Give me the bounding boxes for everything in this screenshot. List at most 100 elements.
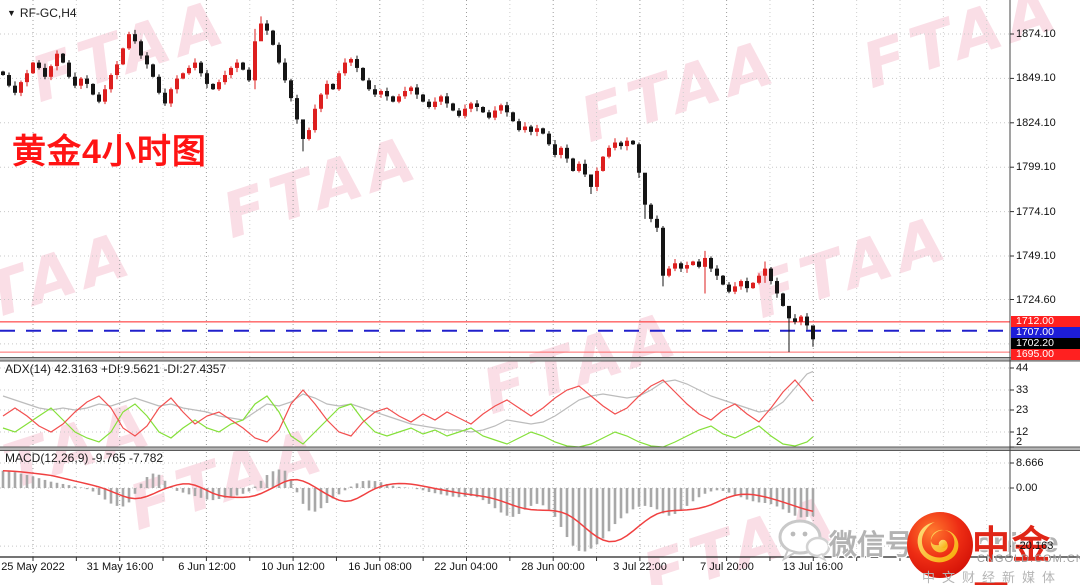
candle-body — [757, 275, 761, 283]
price-tick-label: 1799.10 — [1016, 161, 1056, 174]
candle-body — [625, 140, 629, 147]
candle-body — [319, 94, 323, 109]
candle-body — [151, 64, 155, 77]
candle-body — [43, 67, 47, 77]
candle-body — [643, 172, 647, 205]
price-tick-label: 1849.10 — [1016, 72, 1056, 85]
candle-body — [607, 147, 611, 157]
candle-body — [349, 59, 353, 63]
candle-body — [61, 53, 65, 63]
candle-body — [325, 83, 329, 95]
candle-body — [25, 73, 29, 83]
macd-tick-label: 8.666 — [1016, 456, 1044, 469]
macd-tick-label: -20.163 — [1016, 540, 1054, 553]
symbol-label[interactable]: ▼ RF-GC,H4 — [7, 6, 77, 20]
candle-body — [31, 62, 35, 74]
date-tick-label: 6 Jun 12:00 — [178, 561, 236, 573]
candle-body — [289, 80, 293, 99]
candle-body — [487, 112, 491, 118]
candle-body — [115, 64, 119, 76]
date-tick-label: 13 Jul 16:00 — [783, 561, 843, 573]
candle-body — [109, 75, 113, 90]
candle-body — [679, 263, 683, 269]
candle-body — [589, 174, 593, 187]
candle-body — [445, 96, 449, 104]
candle-body — [727, 284, 731, 292]
candle-body — [163, 92, 167, 104]
candle-body — [199, 62, 203, 74]
candle-body — [649, 204, 653, 219]
candle-body — [499, 105, 503, 111]
candle-body — [799, 316, 803, 322]
price-tick-label: 1724.60 — [1016, 293, 1056, 306]
date-tick-label: 10 Jun 12:00 — [261, 561, 325, 573]
candle-body — [553, 144, 557, 155]
candle-body — [493, 110, 497, 118]
price-tick-label: 1749.10 — [1016, 250, 1056, 262]
candle-body — [1, 71, 5, 76]
candle-body — [277, 44, 281, 63]
collapse-triangle-icon[interactable]: ▼ — [7, 8, 16, 18]
candle-body — [655, 218, 659, 228]
candle-body — [331, 83, 335, 90]
candle-body — [301, 119, 305, 139]
candle-body — [703, 257, 707, 267]
candle-body — [391, 96, 395, 102]
candle-body — [103, 89, 107, 102]
candle-body — [565, 147, 569, 159]
candle-body — [697, 261, 701, 267]
adx-indicator-label: ADX(14) 42.3163 +DI:9.5621 -DI:27.4357 — [5, 362, 227, 376]
candle-body — [571, 158, 575, 171]
trading-chart-window: FTAA FTAA FTAA FTAA FTAA FTAA FTAA FTAA FTAA FTAA… — [0, 0, 1080, 585]
candle-body — [409, 87, 413, 92]
candle-body — [343, 62, 347, 74]
candle-body — [307, 130, 311, 139]
candle-body — [523, 126, 527, 131]
candle-body — [709, 257, 713, 269]
date-tick-label: 3 Jul 22:00 — [613, 561, 667, 573]
candle-body — [505, 105, 509, 113]
candle-body — [415, 87, 419, 95]
price-tick-label: 1774.10 — [1016, 205, 1056, 218]
adx-series — [2, 370, 814, 447]
date-tick-label: 31 May 16:00 — [86, 561, 154, 573]
candle-body — [145, 55, 149, 65]
candle-body — [451, 103, 455, 111]
candle-body — [541, 128, 545, 134]
price-tick-label: 1874.10 — [1016, 28, 1056, 40]
candle-body — [337, 73, 341, 90]
macd-signal-line — [2, 469, 814, 543]
candle-body — [619, 142, 623, 147]
chart-canvas[interactable] — [0, 0, 1080, 585]
candle-body — [481, 106, 485, 113]
price-level-lines — [0, 321, 1010, 353]
candle-body — [667, 268, 671, 276]
candle-body — [283, 62, 287, 81]
candle-body — [793, 318, 797, 322]
candle-body — [805, 316, 809, 326]
candle-body — [217, 82, 221, 90]
candle-body — [511, 112, 515, 122]
candle-body — [631, 140, 635, 145]
candle-body — [781, 293, 785, 306]
candle-body — [601, 156, 605, 171]
candle-body — [193, 62, 197, 68]
candle-body — [133, 34, 137, 42]
candle-body — [121, 48, 125, 65]
candle-body — [787, 305, 791, 319]
candle-body — [361, 67, 365, 81]
date-tick-label: 25 May 2022 — [1, 561, 65, 573]
candle-body — [91, 83, 95, 95]
candlestick-series — [1, 16, 815, 353]
candle-body — [535, 128, 539, 132]
adx-line-ADX — [2, 370, 814, 433]
candle-body — [205, 73, 209, 84]
date-tick-label: 28 Jun 00:00 — [521, 561, 585, 573]
candle-body — [379, 91, 383, 95]
candle-body — [733, 286, 737, 292]
candle-body — [169, 89, 173, 104]
candle-body — [157, 76, 161, 93]
candle-body — [721, 275, 725, 285]
candle-body — [313, 108, 317, 131]
candle-body — [475, 103, 479, 107]
